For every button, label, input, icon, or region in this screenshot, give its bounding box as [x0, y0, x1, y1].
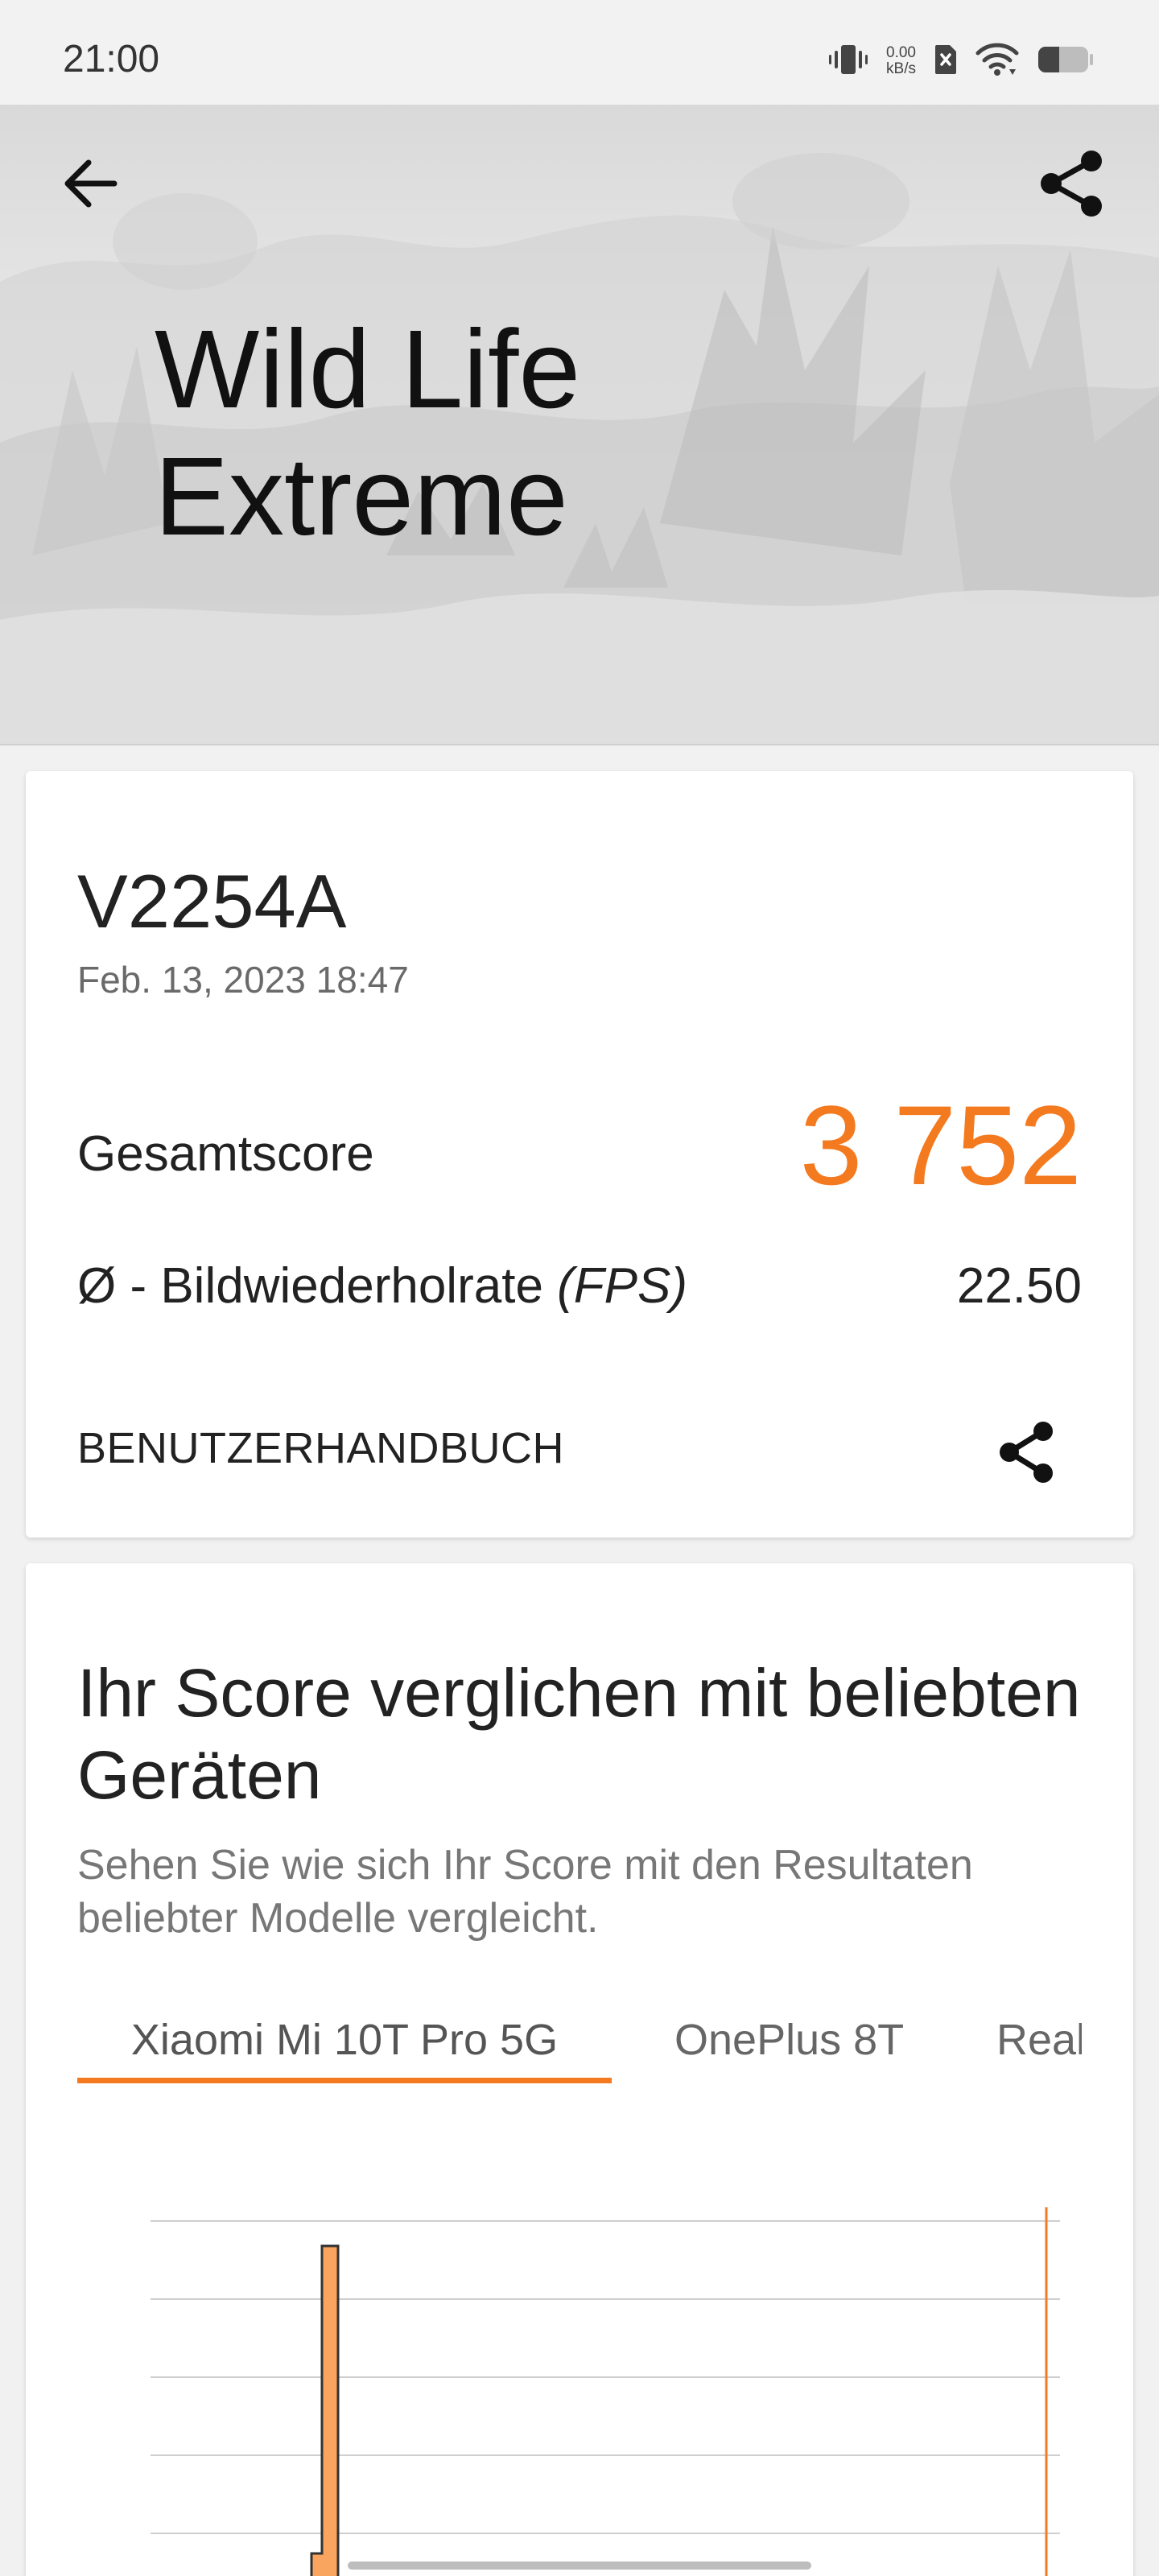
no-sim-icon	[934, 43, 958, 80]
fps-label: Ø - Bildwiederholrate (FPS)	[77, 1257, 687, 1315]
result-card: V2254A Feb. 13, 2023 18:47 Gesamtscore 3…	[26, 771, 1133, 1538]
page-title-line2: Extreme	[155, 435, 568, 559]
fps-label-text: Ø - Bildwiederholrate	[77, 1258, 543, 1314]
score-distribution-chart	[151, 2207, 1060, 2576]
comparison-card: Ihr Score verglichen mit beliebten Gerät…	[26, 1563, 1133, 2576]
user-manual-button[interactable]: BENUTZERHANDBUCH	[77, 1423, 564, 1473]
tab-xiaomi-mi-10t-pro-5g[interactable]: Xiaomi Mi 10T Pro 5G	[77, 2006, 612, 2083]
fps-label-unit: (FPS)	[557, 1258, 688, 1314]
back-arrow-icon	[64, 159, 118, 208]
battery-icon	[1037, 43, 1095, 80]
share-button-header[interactable]	[1035, 147, 1109, 221]
share-icon	[1000, 1422, 1053, 1483]
distribution-histogram	[310, 2244, 340, 2576]
fps-value: 22.50	[956, 1258, 1082, 1314]
share-icon	[1041, 151, 1102, 217]
net-speed: 0.00 kB/s	[886, 45, 916, 77]
status-icons: 0.00 kB/s	[828, 40, 1095, 82]
comparison-description: Sehen Sie wie sich Ihr Score mit den Res…	[77, 1842, 973, 1942]
active-tab-indicator	[77, 2078, 612, 2083]
test-date: Feb. 13, 2023 18:47	[77, 959, 409, 1001]
total-score-label: Gesamtscore	[77, 1126, 374, 1182]
page-title-line1: Wild Life	[155, 308, 581, 431]
page-title: Wild Life Extreme	[155, 306, 580, 560]
device-name: V2254A	[77, 859, 347, 943]
back-button[interactable]	[58, 151, 122, 216]
status-time: 21:00	[63, 38, 160, 80]
hero-banner: Wild Life Extreme	[0, 105, 1159, 745]
net-speed-value: 0.00	[886, 44, 916, 61]
comparison-title: Ihr Score verglichen mit beliebten Gerät…	[77, 1655, 1081, 1813]
tab-realme[interactable]: Realr	[996, 2006, 1082, 2083]
total-score-value: 3 752	[799, 1082, 1082, 1208]
share-result-button[interactable]	[992, 1415, 1066, 1489]
device-tabs: Xiaomi Mi 10T Pro 5G OnePlus 8T Realr	[77, 2006, 1082, 2083]
status-bar: 21:00 0.00 kB/s	[0, 0, 1159, 105]
tab-oneplus-8t[interactable]: OnePlus 8T	[674, 2006, 904, 2083]
wifi-icon	[975, 42, 1019, 81]
vibrate-icon	[828, 42, 868, 81]
net-speed-unit: kB/s	[886, 60, 916, 77]
horizontal-scrollbar[interactable]	[348, 2562, 811, 2570]
